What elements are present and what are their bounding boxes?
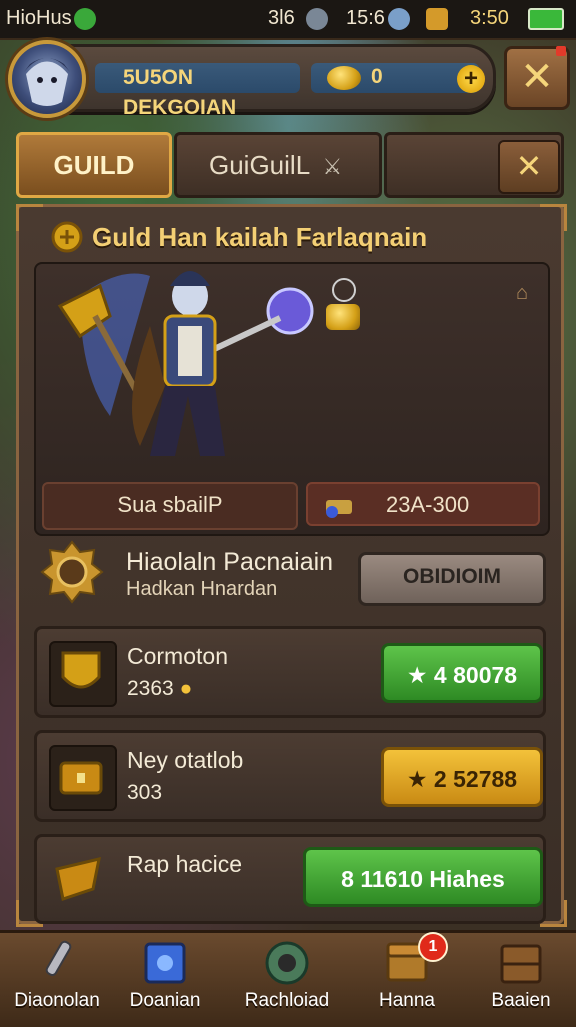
row-action-button[interactable]: ★ 4 80078	[381, 643, 543, 703]
clock-label: 15:6	[346, 7, 385, 29]
gold-ingot-icon	[326, 304, 360, 330]
hero-name-plate: Sua sbailP	[42, 482, 298, 530]
gold-counter: 0 +	[311, 63, 485, 93]
treasure-chest-icon	[59, 761, 103, 795]
gold-coin-icon	[327, 66, 361, 90]
row-name: Cormoton	[127, 643, 228, 669]
crossed-swords-icon: ⚔	[322, 154, 343, 179]
notification-badge: 1	[418, 932, 448, 962]
row-value-text: 2363	[127, 677, 174, 700]
panel-corner-ornament	[16, 204, 43, 231]
sync-icon	[388, 8, 410, 30]
guild-emblem-icon	[40, 540, 104, 604]
hero-face-icon	[24, 58, 70, 106]
treasure-shield-icon	[61, 651, 101, 689]
player-avatar[interactable]	[8, 40, 86, 118]
nav-item-diaonolan[interactable]: Diaonolan	[2, 932, 112, 1024]
battery-icon	[528, 8, 564, 30]
banner-icon	[55, 856, 101, 901]
list-item: Rap hacice 8 11610 Hiahes	[34, 834, 546, 924]
crate-icon	[500, 944, 542, 984]
rotation-icon	[306, 8, 328, 30]
row-icon-frame	[49, 745, 117, 811]
ring-icon	[332, 278, 356, 302]
panel-corner-ornament	[540, 204, 567, 231]
nav-label: Doanian	[129, 990, 201, 1011]
status-bar: HioHus 3l6 15:6 3:50	[0, 0, 576, 38]
panel-title: Guld Han kailah Farlaqnain	[92, 222, 428, 252]
signal-label: 3l6	[268, 7, 295, 29]
gold-amount: 0	[371, 65, 383, 88]
row-icon-frame	[49, 849, 113, 911]
add-gold-button[interactable]: +	[457, 65, 485, 93]
list-item: Ney otatlob 303 ★ 2 52788	[34, 730, 546, 822]
tab-guild[interactable]: GUILD	[16, 132, 172, 198]
carrier-label: HioHus	[6, 7, 72, 29]
close-alert-dot	[556, 46, 566, 56]
resource-pile-icon	[322, 490, 358, 518]
tab-close-button[interactable]: ✕	[498, 140, 560, 194]
section-subtitle: Hadkan Hnardan	[126, 578, 278, 600]
battery-time-label: 3:50	[470, 7, 509, 29]
row-action-button[interactable]: ★ 2 52788	[381, 747, 543, 807]
wifi-icon	[74, 8, 96, 30]
coin-small-icon: ●	[179, 677, 193, 700]
row-action-button[interactable]: 8 11610 Hiahes	[303, 847, 543, 907]
nav-label: Baaien	[491, 990, 551, 1011]
home-icon: ⌂	[516, 282, 529, 304]
sword-icon	[45, 940, 72, 977]
hero-character-icon	[57, 271, 314, 456]
cannon-icon	[265, 941, 309, 985]
nav-item-hanna[interactable]: 1 Hanna	[352, 932, 462, 1024]
nav-item-baaien[interactable]: Baaien	[466, 932, 576, 1024]
row-value: 2363 ●	[127, 677, 192, 701]
section-action-button[interactable]: OBIDIOIM	[358, 552, 546, 606]
row-icon-frame	[49, 641, 117, 707]
spellbook-icon	[144, 942, 186, 984]
nav-label: Diaonolan	[14, 990, 100, 1011]
guild-crest-icon	[51, 221, 83, 253]
row-name: Rap hacice	[127, 851, 243, 877]
list-item: Cormoton 2363 ● ★ 4 80078	[34, 626, 546, 718]
hero-power-value: 23A-300	[386, 492, 470, 517]
row-name: Ney otatlob	[127, 747, 244, 773]
tab-guild-secondary[interactable]: GuiGuilL ⚔	[174, 132, 382, 198]
tab-guild-secondary-label: GuiGuilL	[209, 150, 310, 180]
gem-icon	[426, 8, 448, 30]
nav-item-rachloiad[interactable]: Rachloiad	[232, 932, 342, 1024]
nav-label: Rachloiad	[244, 990, 330, 1011]
row-value: 303	[127, 781, 163, 804]
nav-item-doanian[interactable]: Doanian	[110, 932, 220, 1024]
hero-power-plate: 23A-300	[306, 482, 540, 526]
player-name: 5U5ON DEKGOIAN	[95, 63, 300, 119]
section-title: Hiaolaln Pacnaiain	[126, 548, 334, 576]
nav-label: Hanna	[379, 990, 435, 1011]
